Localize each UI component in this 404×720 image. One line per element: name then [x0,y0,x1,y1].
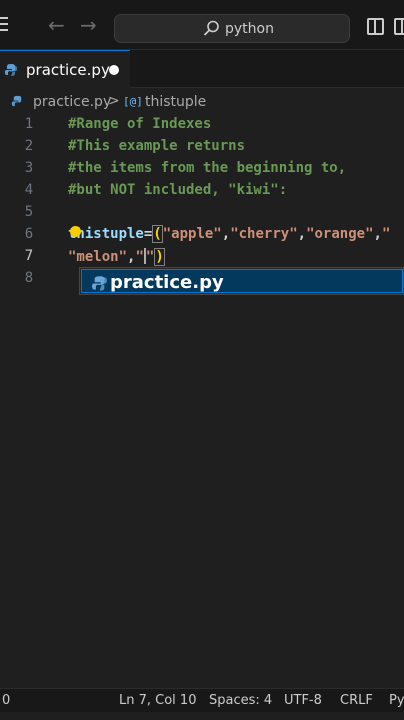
status-indentation[interactable]: Spaces: 4 [209,693,272,708]
breadcrumb: practice.py > [@] thistuple [0,90,404,114]
unsaved-dot-icon[interactable] [109,65,119,75]
line-number: 1 [24,116,34,132]
code-editor[interactable]: 1 #Range of Indexes 2 #This example retu… [0,114,404,688]
back-arrow-icon[interactable]: ← [48,14,65,36]
line-number: 4 [24,182,34,198]
toggle-panel-icon[interactable] [394,18,404,35]
code-token: , [221,226,231,242]
code-line: 2 #This example returns [0,136,404,158]
code-line: 6 thistuple=("apple","cherry","orange"," [0,224,404,246]
code-line: 5 [0,202,404,224]
code-line: 7 "melon"," ") [0,246,404,268]
chevron-right-icon: > [108,93,120,109]
code-token: ) [154,248,165,266]
code-token: "cherry" [230,226,298,242]
bottom-strip [0,712,404,720]
command-center-search[interactable]: python [114,14,350,43]
code-token: "orange" [306,226,374,242]
tab-bar: practice.py [0,50,404,88]
status-eol[interactable]: CRLF [340,693,373,708]
status-bar: 0 Ln 7, Col 10 Spaces: 4 UTF-8 CRLF Py [0,688,404,712]
breadcrumb-file[interactable]: practice.py [33,94,111,110]
forward-arrow-icon[interactable]: → [80,14,97,36]
lightbulb-icon[interactable] [70,226,81,237]
code-text: "melon"," ") [68,248,165,266]
code-token: , [373,226,382,242]
code-line: 4 #but NOT included, "kiwi": [0,180,404,202]
code-token: " [135,249,144,265]
line-number: 7 [24,248,34,264]
line-number: 6 [24,226,34,242]
code-text: #the items from the beginning to, [68,160,347,176]
line-number: 8 [24,270,34,286]
line-number: 2 [24,138,34,154]
search-icon [203,20,219,36]
search-text: python [225,21,274,37]
toggle-sidebar-icon[interactable] [367,18,384,35]
status-encoding[interactable]: UTF-8 [284,693,322,708]
code-text: thistuple=("apple","cherry","orange"," [68,225,391,243]
breadcrumb-symbol[interactable]: thistuple [145,94,206,110]
status-language[interactable]: Py [389,693,404,708]
python-file-icon [11,95,22,107]
code-token: "apple" [162,226,222,242]
tab-label: practice.py [26,61,110,79]
code-text: #Range of Indexes [68,116,212,132]
code-token: ( [152,225,163,243]
code-token: " [381,226,391,242]
code-line: 3 #the items from the beginning to, [0,158,404,180]
python-file-icon [4,64,18,76]
code-line: 1 #Range of Indexes [0,114,404,136]
code-text: #but NOT included, "kiwi": [68,182,288,198]
line-number: 5 [24,204,34,220]
status-cursor-position[interactable]: Ln 7, Col 10 [119,693,196,708]
suggestion-label: practice.py [110,272,224,293]
title-bar: ← → python [0,0,404,50]
line-number: 3 [24,160,34,176]
code-text: #This example returns [68,138,246,154]
tab-practice-py[interactable]: practice.py [0,50,130,88]
suggestion-item[interactable]: practice.py [81,269,403,293]
menu-icon[interactable] [0,17,8,31]
autocomplete-widget: practice.py [79,267,404,295]
code-token: , [297,226,307,242]
status-problems[interactable]: 0 [2,693,10,708]
python-file-icon [92,276,107,291]
variable-icon: [@] [123,95,143,108]
code-token: "melon" [68,249,128,265]
